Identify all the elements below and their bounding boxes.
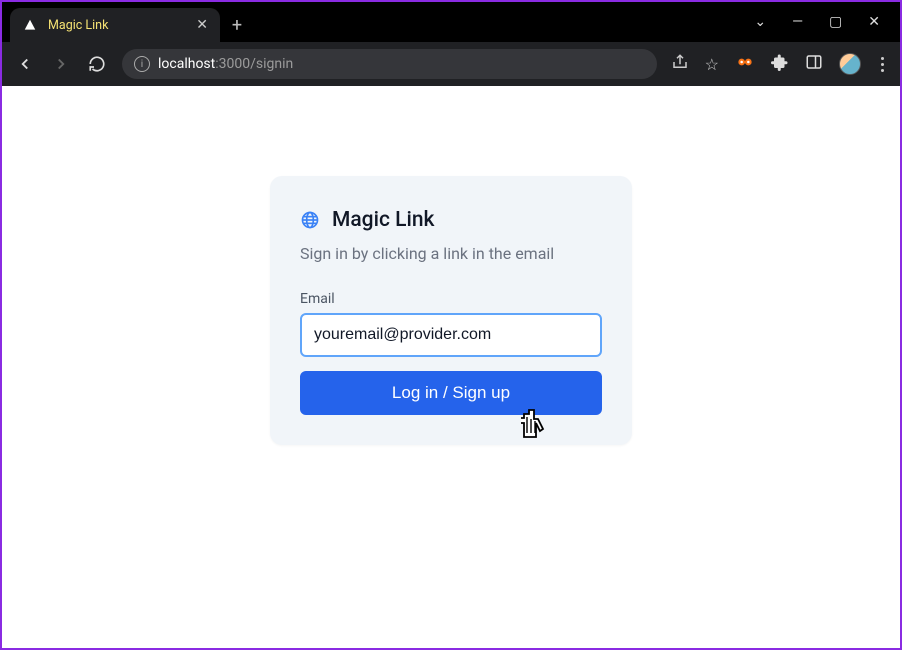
side-panel-icon[interactable] xyxy=(805,53,823,75)
omnibox[interactable]: i localhost:3000/signin xyxy=(122,49,657,79)
email-field[interactable] xyxy=(300,313,602,357)
nav-forward-button[interactable] xyxy=(50,53,72,75)
omnibox-url: localhost:3000/signin xyxy=(158,56,293,72)
email-label: Email xyxy=(300,291,602,307)
card-subtitle: Sign in by clicking a link in the email xyxy=(300,244,602,263)
tab-close-icon[interactable]: ✕ xyxy=(196,17,208,33)
bookmark-star-icon[interactable]: ☆ xyxy=(705,55,719,74)
window-close-icon[interactable]: ✕ xyxy=(868,14,880,30)
browser-titlebar: Magic Link ✕ + ⌄ — ▢ ✕ xyxy=(2,2,900,42)
share-icon[interactable] xyxy=(671,53,689,75)
card-title: Magic Link xyxy=(332,208,434,232)
new-tab-button[interactable]: + xyxy=(220,8,254,42)
tab-favicon-icon xyxy=(22,17,38,33)
profile-avatar[interactable] xyxy=(839,53,861,75)
window-maximize-icon[interactable]: ▢ xyxy=(829,14,842,30)
browser-tab[interactable]: Magic Link ✕ xyxy=(10,8,220,42)
tab-title: Magic Link xyxy=(48,18,186,33)
login-signup-button[interactable]: Log in / Sign up xyxy=(300,371,602,415)
nav-reload-button[interactable] xyxy=(86,53,108,75)
globe-icon xyxy=(300,210,320,230)
window-minimize-icon[interactable]: — xyxy=(792,14,803,30)
extensions-puzzle-icon[interactable] xyxy=(771,53,789,75)
site-info-icon[interactable]: i xyxy=(134,56,150,72)
window-dropdown-icon[interactable]: ⌄ xyxy=(754,14,766,30)
signin-card: Magic Link Sign in by clicking a link in… xyxy=(270,176,632,445)
nav-back-button[interactable] xyxy=(14,53,36,75)
url-path: :3000/signin xyxy=(215,56,293,72)
page-viewport: Magic Link Sign in by clicking a link in… xyxy=(2,86,900,648)
browser-address-bar: i localhost:3000/signin ☆ xyxy=(2,42,900,86)
browser-menu-icon[interactable] xyxy=(877,57,888,72)
window-controls: ⌄ — ▢ ✕ xyxy=(754,2,900,42)
extension-glasses-icon[interactable] xyxy=(735,52,755,76)
url-host: localhost xyxy=(158,56,215,72)
